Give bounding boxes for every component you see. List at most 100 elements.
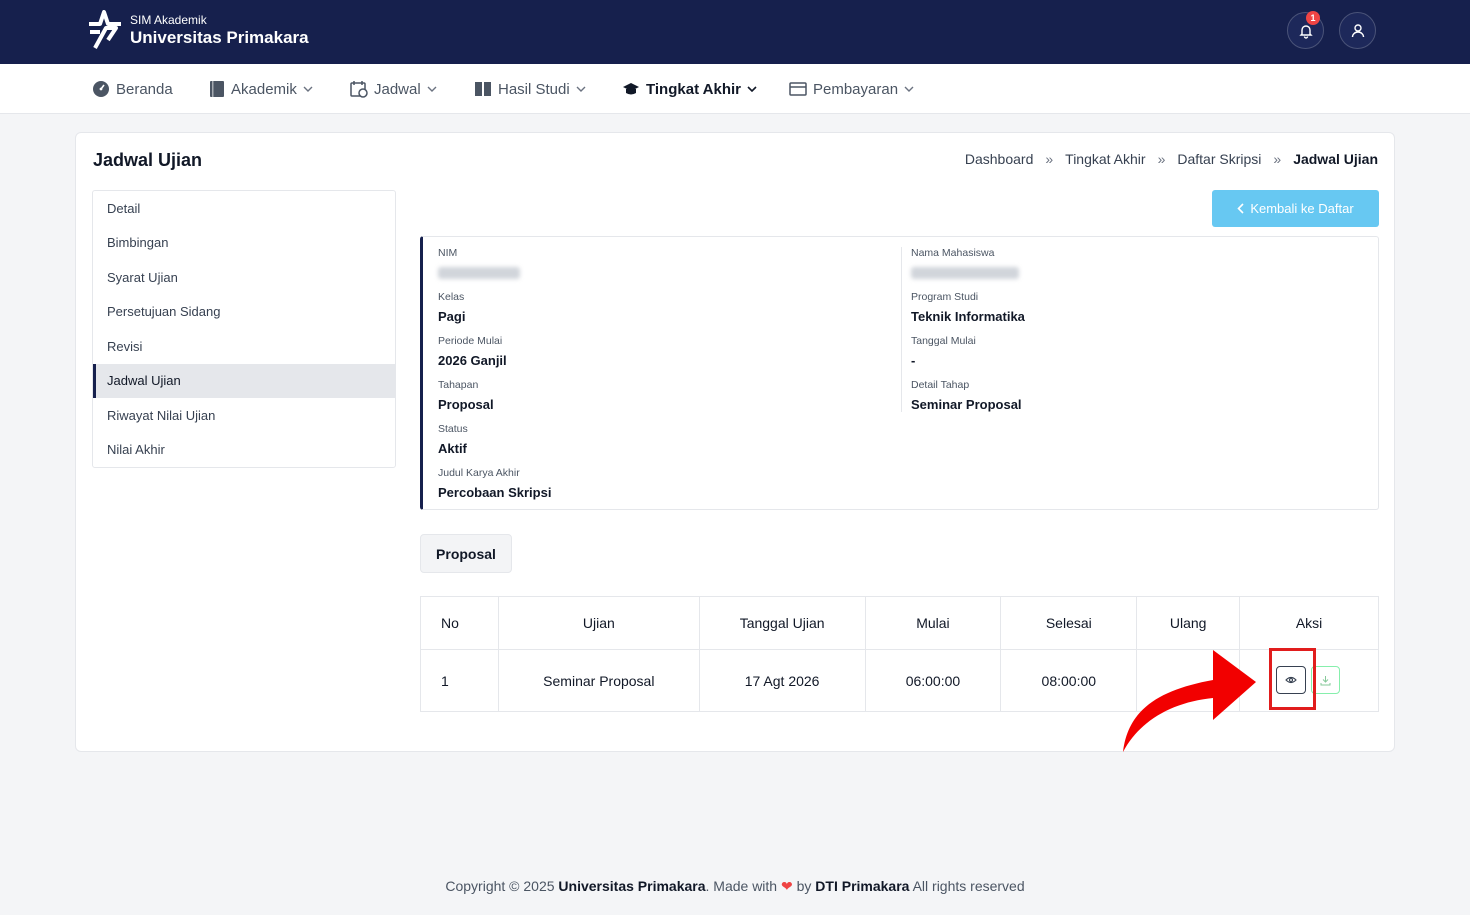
tab-proposal[interactable]: Proposal [420,534,512,573]
field-value: Teknik Informatika [911,309,1025,324]
chevron-left-icon [1237,203,1244,214]
side-item-riwayat-nilai-ujian[interactable]: Riwayat Nilai Ujian [93,398,395,433]
field-label: Tahapan [438,379,479,391]
highlight-box [1269,648,1317,710]
field-nim: NIM [438,247,520,284]
footer-by: by [792,878,816,894]
footer-copyright: Copyright © 2025 [445,878,559,894]
footer: Copyright © 2025 Universitas Primakara. … [0,878,1470,895]
side-item-jadwal-ujian[interactable]: Jadwal Ujian [93,363,395,398]
field-label: Judul Karya Akhir [438,467,520,479]
cell-aksi [1239,648,1379,712]
footer-rights: All rights reserved [909,878,1025,894]
side-menu: Detail Bimbingan Syarat Ujian Persetujua… [92,190,396,468]
field-tahapan: Tahapan Proposal [438,379,494,413]
app-title: Universitas Primakara [130,28,309,47]
side-item-revisi[interactable]: Revisi [93,329,395,364]
side-item-detail[interactable]: Detail [93,191,395,226]
back-to-list-button[interactable]: Kembali ke Daftar [1212,190,1379,227]
footer-made-with: . Made with [705,878,781,894]
side-item-bimbingan[interactable]: Bimbingan [93,226,395,261]
open-book-icon [475,82,491,96]
field-judul: Judul Karya Akhir Percobaan Skripsi [438,467,551,501]
header-ujian: Ujian [497,596,700,650]
header-mulai: Mulai [864,596,1002,650]
breadcrumb-current: Jadwal Ujian [1293,151,1378,167]
nav-pembayaran[interactable]: Pembayaran [789,64,914,114]
side-item-nilai-akhir[interactable]: Nilai Akhir [93,433,395,468]
heart-icon: ❤ [780,878,793,894]
cell-tanggal: 17 Agt 2026 [698,649,866,712]
nama-value-redacted [911,267,1019,279]
credit-card-icon [789,82,807,96]
cell-mulai: 06:00:00 [864,649,1002,712]
field-periode-mulai: Periode Mulai 2026 Ganjil [438,335,507,369]
breadcrumb-tingkat-akhir[interactable]: Tingkat Akhir [1065,151,1145,167]
nav-jadwal[interactable]: Jadwal [350,64,437,114]
field-label: Status [438,423,468,435]
field-label: Detail Tahap [911,379,970,391]
nav-hasil-studi[interactable]: Hasil Studi [474,64,586,114]
nav-akademik[interactable]: Akademik [209,64,313,114]
field-value: Aktif [438,441,467,456]
breadcrumb: Dashboard » Tingkat Akhir » Daftar Skrip… [965,151,1378,167]
back-button-label: Kembali ke Daftar [1250,201,1354,216]
app-subtitle: SIM Akademik [130,13,207,27]
brand[interactable]: SIM Akademik Universitas Primakara [86,10,309,50]
cell-selesai: 08:00:00 [1000,649,1138,712]
university-logo [89,10,121,49]
nav-label: Hasil Studi [498,80,570,98]
chevron-down-icon [576,86,586,92]
user-icon [1351,23,1364,37]
field-detail-tahap: Detail Tahap Seminar Proposal [911,379,1022,413]
graduation-cap-icon [623,83,639,95]
field-nama: Nama Mahasiswa [911,247,1019,284]
notification-badge: 1 [1306,11,1320,25]
nav-label: Jadwal [374,80,421,98]
user-menu-button[interactable] [1339,12,1376,49]
field-kelas: Kelas Pagi [438,291,465,325]
nav-label: Beranda [116,80,173,98]
header-tanggal-ujian: Tanggal Ujian [698,596,866,650]
side-item-persetujuan-sidang[interactable]: Persetujuan Sidang [93,295,395,330]
header-selesai: Selesai [1000,596,1138,650]
field-label: Periode Mulai [438,335,503,347]
download-icon [1320,675,1331,685]
cell-no: 1 [420,649,499,712]
calendar-clock-icon [350,81,368,98]
field-program-studi: Program Studi Teknik Informatika [911,291,1025,325]
top-header: SIM Akademik Universitas Primakara 1 [0,0,1470,64]
main-nav: Beranda Akademik Jadwal Hasil Studi Ting… [0,64,1470,114]
nav-tingkat-akhir[interactable]: Tingkat Akhir [622,64,757,114]
notification-button[interactable]: 1 [1287,11,1324,49]
nav-label: Akademik [231,80,297,98]
student-info-box: NIM Nama Mahasiswa Kelas Pagi Program St… [420,236,1379,510]
footer-dev[interactable]: DTI Primakara [815,878,909,894]
field-label: Tanggal Mulai [911,335,976,347]
side-item-syarat-ujian[interactable]: Syarat Ujian [93,260,395,295]
chevron-down-icon [904,86,914,92]
book-icon [210,81,224,97]
header-aksi: Aksi [1239,596,1379,650]
field-value: Pagi [438,309,466,324]
field-label: Nama Mahasiswa [911,247,995,259]
field-status: Status Aktif [438,423,468,457]
breadcrumb-dashboard[interactable]: Dashboard [965,151,1034,167]
nim-value-redacted [438,267,520,279]
field-value: - [911,353,916,368]
page-title: Jadwal Ujian [93,150,203,170]
field-value: Percobaan Skripsi [438,485,552,500]
chevron-down-icon [303,86,313,92]
field-value: Seminar Proposal [911,397,1022,412]
field-label: Program Studi [911,291,979,303]
column-divider [901,247,902,412]
chevron-down-icon [747,86,757,92]
breadcrumb-daftar-skripsi[interactable]: Daftar Skripsi [1177,151,1261,167]
annotation-arrow [1123,650,1256,752]
dashboard-gauge-icon [93,81,109,97]
nav-beranda[interactable]: Beranda [92,64,173,114]
chevron-down-icon [427,86,437,92]
footer-org[interactable]: Universitas Primakara [558,878,705,894]
cell-ujian: Seminar Proposal [497,649,700,712]
nav-label: Pembayaran [813,80,899,98]
